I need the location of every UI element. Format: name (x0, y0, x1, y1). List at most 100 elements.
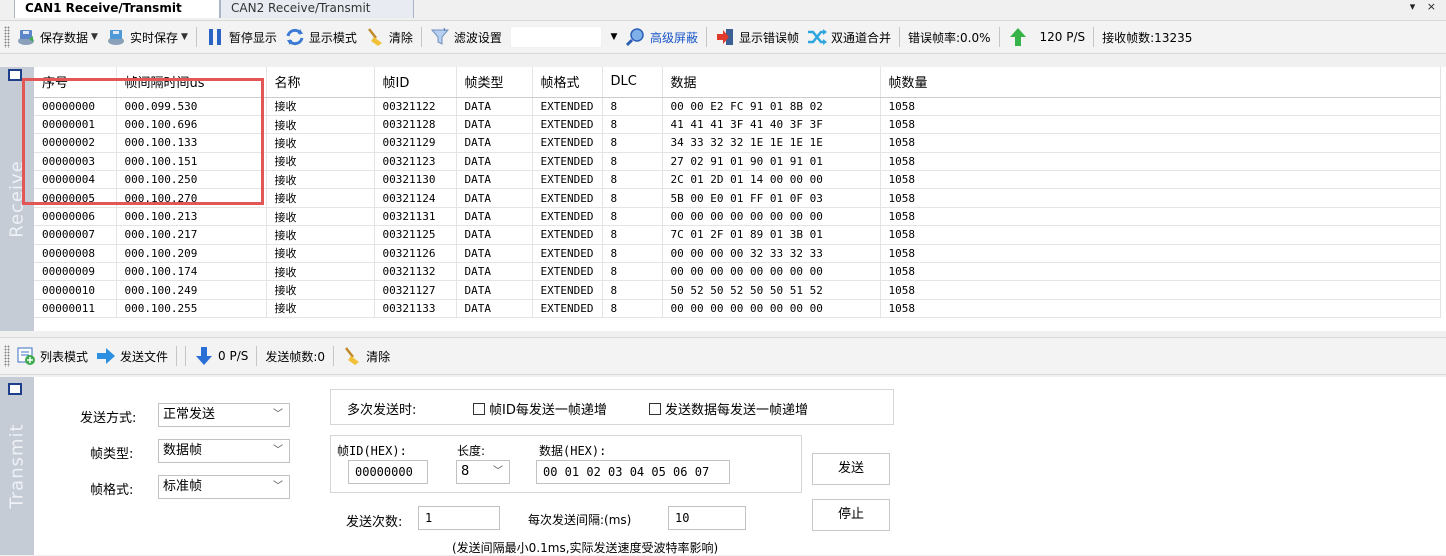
receive-rate: 120 P/S (1036, 24, 1090, 50)
tab-can2[interactable]: CAN2 Receive/Transmit (220, 0, 414, 18)
transmit-side-label: Transmit (6, 423, 28, 509)
refresh-icon (285, 27, 305, 47)
data-hex-input[interactable]: 00 01 02 03 04 05 06 07 (536, 460, 730, 484)
length-select[interactable]: 8 ﹀ (456, 460, 510, 484)
table-cell: 00 00 00 00 32 33 32 33 (662, 244, 881, 264)
table-cell: 8 (602, 225, 663, 245)
panel-toggle-icon[interactable] (8, 383, 22, 395)
table-cell: 00000003 (34, 152, 117, 172)
pause-display-button[interactable]: 暂停显示 (201, 24, 281, 50)
table-cell: 000.100.133 (116, 133, 267, 153)
table-cell: 41 41 41 3F 41 40 3F 3F (662, 115, 881, 135)
toolbar-grip[interactable] (4, 26, 10, 48)
table-row[interactable]: 00000008 000.100.209 接收 00321126 DATA EXTENDE… (34, 244, 1441, 264)
table-row[interactable]: 00000007 000.100.217 接收 00321125 DATA EXTENDE… (34, 225, 1441, 245)
filter-combo[interactable] (509, 26, 602, 48)
table-cell: DATA (456, 170, 533, 190)
table-cell: EXTENDED (532, 299, 603, 319)
table-cell: 1058 (880, 170, 1441, 190)
send-button[interactable]: 发送 (812, 453, 890, 485)
chevron-down-icon: ﹀ (273, 409, 283, 420)
id-increment-checkbox[interactable]: 帧ID每发送一帧递增 (473, 399, 607, 418)
table-row[interactable]: 00000005 000.100.270 接收 00321124 DATA EXTENDE… (34, 188, 1441, 208)
table-cell: 8 (602, 280, 663, 300)
table-cell: DATA (456, 225, 533, 245)
data-increment-checkbox[interactable]: 发送数据每发送一帧递增 (649, 399, 808, 418)
table-row[interactable]: 00000009 000.100.174 接收 00321132 DATA EXTENDE… (34, 262, 1441, 282)
table-row[interactable]: 00000011 000.100.255 接收 00321133 DATA EXTENDE… (34, 299, 1441, 319)
table-cell: 00321131 (374, 207, 457, 227)
error-arrow-icon (715, 27, 735, 47)
send-rate-indicator: 0 P/S (190, 343, 252, 369)
list-mode-icon (16, 346, 36, 366)
toolbar-separator (705, 27, 707, 47)
column-header[interactable]: 帧ID (374, 67, 457, 98)
stop-button[interactable]: 停止 (812, 499, 890, 531)
table-row[interactable]: 00000004 000.100.250 接收 00321130 DATA EXTENDE… (34, 170, 1441, 190)
table-cell: 接收 (266, 244, 375, 264)
tab-strip: CAN1 Receive/Transmit CAN2 Receive/Trans… (0, 0, 1446, 20)
data-increment-label: 发送数据每发送一帧递增 (665, 403, 809, 418)
frame-type-select[interactable]: 数据帧 ﹀ (158, 439, 290, 463)
dual-channel-merge-button[interactable]: 双通道合并 (803, 24, 895, 50)
send-count-input[interactable]: 1 (418, 506, 500, 530)
table-row[interactable]: 00000002 000.100.133 接收 00321129 DATA EXTENDE… (34, 133, 1441, 153)
filter-settings-button[interactable]: 滤波设置 (426, 24, 506, 50)
chevron-down-icon[interactable]: ▼ (91, 32, 98, 42)
list-mode-button[interactable]: 列表模式 (12, 343, 92, 369)
save-data-button[interactable]: 保存数据 ▼ (12, 24, 102, 50)
table-cell: 000.100.250 (116, 170, 267, 190)
table-cell: 8 (602, 188, 663, 208)
chevron-down-icon[interactable]: ▼ (606, 26, 622, 48)
receive-side-tab[interactable]: Receive (0, 67, 34, 331)
table-cell: 1058 (880, 262, 1441, 282)
table-cell: 接收 (266, 152, 375, 172)
receive-toolbar: 保存数据 ▼ 实时保存 ▼ 暂停显示 显示模式 清除 滤波设置 ▼ 高级屏蔽 显… (0, 20, 1446, 54)
table-cell: 接收 (266, 299, 375, 319)
column-header[interactable]: 数据 (662, 67, 881, 98)
table-row[interactable]: 00000000 000.099.530 接收 00321122 DATA EXTENDE… (34, 97, 1441, 116)
column-header[interactable]: 帧间隔时间us (116, 67, 267, 98)
advanced-mask-button[interactable]: 高级屏蔽 (622, 24, 702, 50)
realtime-save-button[interactable]: 实时保存 ▼ (102, 24, 192, 50)
column-header[interactable]: 帧格式 (532, 67, 603, 98)
clear-send-button[interactable]: 清除 (338, 343, 394, 369)
table-cell: 2C 01 2D 01 14 00 00 00 (662, 170, 881, 190)
interval-input[interactable]: 10 (668, 506, 746, 530)
send-mode-select[interactable]: 正常发送 ﹀ (158, 403, 290, 427)
frame-format-select[interactable]: 标准帧 ﹀ (158, 475, 290, 499)
toolbar-grip[interactable] (4, 345, 10, 367)
table-cell: 00321127 (374, 280, 457, 300)
chevron-down-icon: ﹀ (273, 445, 283, 456)
table-cell: 1058 (880, 115, 1441, 135)
display-mode-button[interactable]: 显示模式 (281, 24, 361, 50)
chevron-down-icon[interactable]: ▼ (181, 32, 188, 42)
column-header[interactable]: 帧数量 (880, 67, 1441, 98)
send-file-button[interactable]: 发送文件 (92, 343, 172, 369)
table-cell: 接收 (266, 207, 375, 227)
column-header[interactable]: 序号 (34, 67, 117, 98)
column-header[interactable]: 名称 (266, 67, 375, 98)
show-error-frames-button[interactable]: 显示错误帧 (711, 24, 803, 50)
column-header[interactable]: 帧类型 (456, 67, 533, 98)
column-header[interactable]: DLC (602, 67, 663, 98)
table-cell: DATA (456, 299, 533, 319)
clear-receive-button[interactable]: 清除 (361, 24, 417, 50)
window-controls[interactable]: ▾ × (1410, 0, 1440, 13)
table-row[interactable]: 00000001 000.100.696 接收 00321128 DATA EXTENDE… (34, 115, 1441, 135)
transmit-side-tab[interactable]: Transmit (0, 377, 34, 555)
table-cell: 接收 (266, 133, 375, 153)
panel-toggle-icon[interactable] (8, 69, 22, 81)
table-row[interactable]: 00000003 000.100.151 接收 00321123 DATA EXTENDE… (34, 152, 1441, 172)
frame-id-label: 帧ID(HEX): (337, 444, 407, 458)
table-cell: 8 (602, 97, 663, 116)
frame-id-input[interactable]: 00000000 (348, 460, 428, 484)
table-header-row: 序号 帧间隔时间us 名称 帧ID 帧类型 帧格式 DLC 数据 帧数量 (34, 67, 1441, 98)
table-cell: 1058 (880, 225, 1441, 245)
toolbar-separator (420, 27, 422, 47)
table-cell: 34 33 32 32 1E 1E 1E 1E (662, 133, 881, 153)
table-row[interactable]: 00000010 000.100.249 接收 00321127 DATA EXTENDE… (34, 280, 1441, 300)
table-row[interactable]: 00000006 000.100.213 接收 00321131 DATA EXTENDE… (34, 207, 1441, 227)
table-cell: 00000009 (34, 262, 117, 282)
tab-can1[interactable]: CAN1 Receive/Transmit (14, 0, 220, 18)
